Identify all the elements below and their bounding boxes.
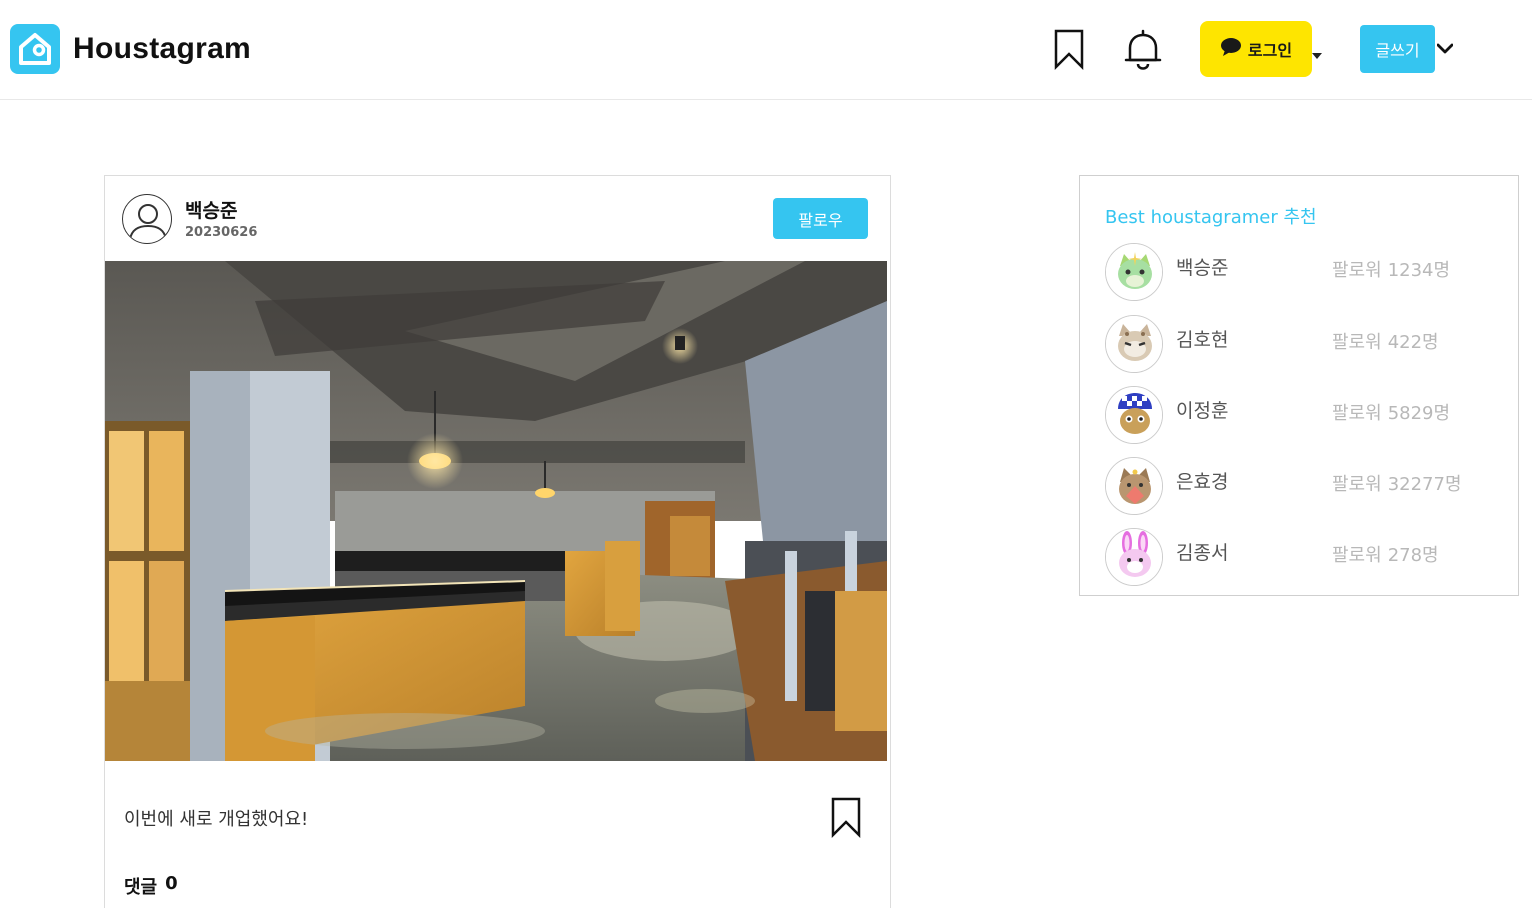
user-avatar-icon[interactable] — [122, 194, 172, 244]
recommend-user-name[interactable]: 이정훈 — [1176, 396, 1228, 423]
recommend-user-name[interactable]: 백승준 — [1176, 253, 1228, 280]
recommend-user-followers: 팔로워 1234명 — [1332, 260, 1451, 281]
bookmark-icon[interactable] — [1052, 27, 1086, 71]
comments-count[interactable]: 댓글 0 — [124, 873, 178, 899]
comments-number: 0 — [165, 873, 178, 894]
recommend-panel: Best houstagramer 추천 백승준 팔로워 1234명 김호현 팔… — [1079, 175, 1519, 596]
user-avatar-icon[interactable] — [1105, 315, 1163, 373]
write-button[interactable]: 글쓰기 — [1360, 25, 1435, 73]
logo-text: Houstagram — [73, 32, 252, 65]
recommend-user-followers: 팔로워 278명 — [1332, 545, 1439, 566]
post-caption: 이번에 새로 개업했어요! — [124, 809, 309, 830]
bookmark-icon[interactable] — [830, 796, 862, 838]
recommend-user-row[interactable]: 이정훈 팔로워 5829명 — [1105, 386, 1505, 446]
recommend-user-followers: 팔로워 5829명 — [1332, 403, 1451, 424]
recommend-user-row[interactable]: 백승준 팔로워 1234명 — [1105, 243, 1505, 303]
logo[interactable]: Houstagram — [10, 24, 251, 74]
recommend-title: Best houstagramer 추천 — [1105, 207, 1317, 228]
login-label: 로그인 — [1247, 41, 1293, 60]
recommend-user-followers: 팔로워 422명 — [1332, 332, 1439, 353]
bell-icon[interactable] — [1122, 27, 1164, 71]
user-avatar-icon[interactable] — [1105, 243, 1163, 301]
user-avatar-icon[interactable] — [1105, 528, 1163, 586]
author-name[interactable]: 백승준 — [185, 196, 237, 223]
recommend-user-name[interactable]: 은효경 — [1176, 467, 1228, 494]
post-date: 20230626 — [185, 225, 258, 240]
recommend-user-row[interactable]: 은효경 팔로워 32277명 — [1105, 457, 1505, 517]
recommend-user-row[interactable]: 김호현 팔로워 422명 — [1105, 315, 1505, 375]
post-photo[interactable] — [105, 261, 887, 761]
post-header: 백승준 20230626 팔로우 — [105, 176, 890, 261]
user-avatar-icon[interactable] — [1105, 457, 1163, 515]
comments-label: 댓글 — [124, 877, 158, 898]
top-nav: Houstagram 로그인 글쓰기 — [0, 0, 1532, 100]
kakao-login-button[interactable]: 로그인 — [1200, 21, 1312, 77]
recommend-user-row[interactable]: 김종서 팔로워 278명 — [1105, 528, 1505, 588]
caret-down-icon[interactable] — [1312, 45, 1322, 59]
follow-button[interactable]: 팔로우 — [773, 198, 868, 239]
recommend-user-name[interactable]: 김종서 — [1176, 538, 1228, 565]
recommend-user-name[interactable]: 김호현 — [1176, 325, 1228, 352]
chat-bubble-icon — [1220, 37, 1242, 61]
chevron-down-icon[interactable] — [1436, 41, 1454, 55]
post-card: 백승준 20230626 팔로우 이번에 새로 개업했어요! 댓글 0 — [104, 175, 891, 908]
recommend-user-followers: 팔로워 32277명 — [1332, 474, 1462, 495]
user-avatar-icon[interactable] — [1105, 386, 1163, 444]
house-logo-icon — [10, 24, 60, 74]
